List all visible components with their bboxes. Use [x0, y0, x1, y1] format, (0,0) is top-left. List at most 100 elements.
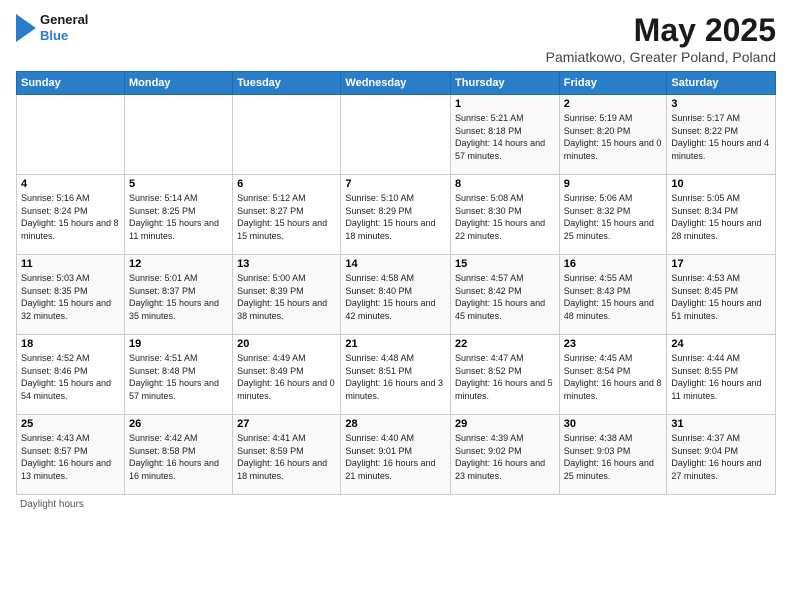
day-info: Sunrise: 5:06 AM Sunset: 8:32 PM Dayligh… [564, 192, 663, 242]
calendar-cell: 31Sunrise: 4:37 AM Sunset: 9:04 PM Dayli… [667, 415, 776, 495]
calendar-cell: 13Sunrise: 5:00 AM Sunset: 8:39 PM Dayli… [233, 255, 341, 335]
day-number: 8 [455, 178, 555, 190]
day-number: 19 [129, 338, 228, 350]
calendar-cell: 16 Sunrise: 4:55 AM Sunset: 8:43 PM Dayli… [559, 255, 667, 335]
calendar-week-row: 11 Sunrise: 5:03 AM Sunset: 8:35 PM Dayli… [17, 255, 776, 335]
day-info: Sunrise: 5:03 AM Sunset: 8:35 PM Dayligh… [21, 272, 120, 322]
day-info: Sunrise: 5:19 AM Sunset: 8:20 PM Dayligh… [564, 112, 663, 162]
calendar-cell: 17 Sunrise: 4:53 AM Sunset: 8:45 PM Dayli… [667, 255, 776, 335]
calendar-day-header: Wednesday [341, 72, 451, 95]
day-info: Sunrise: 5:17 AM Sunset: 8:22 PM Dayligh… [671, 112, 771, 162]
calendar-cell: 1 Sunrise: 5:21 AM Sunset: 8:18 PM Daylig… [451, 95, 560, 175]
calendar-cell [233, 95, 341, 175]
day-info: Sunrise: 4:58 AM Sunset: 8:40 PM Dayligh… [345, 272, 446, 322]
calendar-cell: 28 Sunrise: 4:40 AM Sunset: 9:01 PM Dayli… [341, 415, 451, 495]
calendar-day-header: Monday [124, 72, 232, 95]
day-number: 10 [671, 178, 771, 190]
day-info: Sunrise: 4:47 AM Sunset: 8:52 PM Dayligh… [455, 352, 555, 402]
day-number: 2 [564, 98, 663, 110]
day-number: 3 [671, 98, 771, 110]
day-number: 1 [455, 98, 555, 110]
day-number: 20 [237, 338, 336, 350]
calendar-cell [124, 95, 232, 175]
day-info: Sunrise: 4:43 AM Sunset: 8:57 PM Dayligh… [21, 432, 120, 482]
day-number: 4 [21, 178, 120, 190]
calendar-cell [341, 95, 451, 175]
main-title: May 2025 [546, 12, 776, 49]
calendar-day-header: Sunday [17, 72, 125, 95]
day-number: 29 [455, 418, 555, 430]
calendar-cell [17, 95, 125, 175]
day-number: 12 [129, 258, 228, 270]
calendar-cell: 8 Sunrise: 5:08 AM Sunset: 8:30 PM Daylig… [451, 175, 560, 255]
day-info: Sunrise: 5:14 AM Sunset: 8:25 PM Dayligh… [129, 192, 228, 242]
calendar-cell: 6Sunrise: 5:12 AM Sunset: 8:27 PM Daylig… [233, 175, 341, 255]
calendar-week-row: 18Sunrise: 4:52 AM Sunset: 8:46 PM Dayli… [17, 335, 776, 415]
day-info: Sunrise: 4:51 AM Sunset: 8:48 PM Dayligh… [129, 352, 228, 402]
day-number: 7 [345, 178, 446, 190]
day-number: 27 [237, 418, 336, 430]
day-number: 16 [564, 258, 663, 270]
calendar-cell: 22 Sunrise: 4:47 AM Sunset: 8:52 PM Dayli… [451, 335, 560, 415]
calendar-cell: 27 Sunrise: 4:41 AM Sunset: 8:59 PM Dayli… [233, 415, 341, 495]
calendar-cell: 9Sunrise: 5:06 AM Sunset: 8:32 PM Daylig… [559, 175, 667, 255]
day-number: 5 [129, 178, 228, 190]
day-number: 21 [345, 338, 446, 350]
calendar-week-row: 1 Sunrise: 5:21 AM Sunset: 8:18 PM Daylig… [17, 95, 776, 175]
footer-note: Daylight hours [16, 499, 776, 510]
day-info: Sunrise: 4:44 AM Sunset: 8:55 PM Dayligh… [671, 352, 771, 402]
day-number: 23 [564, 338, 663, 350]
day-info: Sunrise: 4:41 AM Sunset: 8:59 PM Dayligh… [237, 432, 336, 482]
calendar-cell: 14 Sunrise: 4:58 AM Sunset: 8:40 PM Dayli… [341, 255, 451, 335]
page: General Blue May 2025 Pamiatkowo, Greate… [0, 0, 792, 612]
calendar-cell: 12 Sunrise: 5:01 AM Sunset: 8:37 PM Dayli… [124, 255, 232, 335]
day-info: Sunrise: 4:38 AM Sunset: 9:03 PM Dayligh… [564, 432, 663, 482]
calendar-cell: 18Sunrise: 4:52 AM Sunset: 8:46 PM Dayli… [17, 335, 125, 415]
day-number: 14 [345, 258, 446, 270]
calendar-cell: 23Sunrise: 4:45 AM Sunset: 8:54 PM Dayli… [559, 335, 667, 415]
calendar-cell: 29 Sunrise: 4:39 AM Sunset: 9:02 PM Dayli… [451, 415, 560, 495]
calendar-cell: 2 Sunrise: 5:19 AM Sunset: 8:20 PM Daylig… [559, 95, 667, 175]
day-info: Sunrise: 5:21 AM Sunset: 8:18 PM Dayligh… [455, 112, 555, 162]
calendar-day-header: Tuesday [233, 72, 341, 95]
calendar-week-row: 25 Sunrise: 4:43 AM Sunset: 8:57 PM Dayli… [17, 415, 776, 495]
day-number: 30 [564, 418, 663, 430]
calendar-cell: 26 Sunrise: 4:42 AM Sunset: 8:58 PM Dayli… [124, 415, 232, 495]
calendar-week-row: 4Sunrise: 5:16 AM Sunset: 8:24 PM Daylig… [17, 175, 776, 255]
day-info: Sunrise: 5:05 AM Sunset: 8:34 PM Dayligh… [671, 192, 771, 242]
day-info: Sunrise: 5:10 AM Sunset: 8:29 PM Dayligh… [345, 192, 446, 242]
calendar-cell: 7 Sunrise: 5:10 AM Sunset: 8:29 PM Daylig… [341, 175, 451, 255]
day-info: Sunrise: 4:53 AM Sunset: 8:45 PM Dayligh… [671, 272, 771, 322]
day-number: 31 [671, 418, 771, 430]
day-info: Sunrise: 4:39 AM Sunset: 9:02 PM Dayligh… [455, 432, 555, 482]
calendar-cell: 24Sunrise: 4:44 AM Sunset: 8:55 PM Dayli… [667, 335, 776, 415]
day-number: 22 [455, 338, 555, 350]
day-info: Sunrise: 5:08 AM Sunset: 8:30 PM Dayligh… [455, 192, 555, 242]
calendar-cell: 19 Sunrise: 4:51 AM Sunset: 8:48 PM Dayli… [124, 335, 232, 415]
title-block: May 2025 Pamiatkowo, Greater Poland, Pol… [546, 12, 776, 65]
calendar-cell: 11 Sunrise: 5:03 AM Sunset: 8:35 PM Dayli… [17, 255, 125, 335]
logo-triangle-icon [16, 14, 36, 42]
day-number: 11 [21, 258, 120, 270]
calendar-cell: 10 Sunrise: 5:05 AM Sunset: 8:34 PM Dayli… [667, 175, 776, 255]
day-number: 28 [345, 418, 446, 430]
day-info: Sunrise: 4:52 AM Sunset: 8:46 PM Dayligh… [21, 352, 120, 402]
header: General Blue May 2025 Pamiatkowo, Greate… [16, 12, 776, 65]
calendar-cell: 3 Sunrise: 5:17 AM Sunset: 8:22 PM Daylig… [667, 95, 776, 175]
day-number: 15 [455, 258, 555, 270]
logo-blue: Blue [40, 28, 88, 44]
day-info: Sunrise: 4:42 AM Sunset: 8:58 PM Dayligh… [129, 432, 228, 482]
calendar-header-row: SundayMondayTuesdayWednesdayThursdayFrid… [17, 72, 776, 95]
day-info: Sunrise: 5:01 AM Sunset: 8:37 PM Dayligh… [129, 272, 228, 322]
day-number: 17 [671, 258, 771, 270]
day-info: Sunrise: 5:00 AM Sunset: 8:39 PM Dayligh… [237, 272, 336, 322]
day-number: 25 [21, 418, 120, 430]
day-info: Sunrise: 4:55 AM Sunset: 8:43 PM Dayligh… [564, 272, 663, 322]
day-info: Sunrise: 5:12 AM Sunset: 8:27 PM Dayligh… [237, 192, 336, 242]
calendar-cell: 21Sunrise: 4:48 AM Sunset: 8:51 PM Dayli… [341, 335, 451, 415]
subtitle: Pamiatkowo, Greater Poland, Poland [546, 49, 776, 65]
day-number: 26 [129, 418, 228, 430]
day-info: Sunrise: 4:40 AM Sunset: 9:01 PM Dayligh… [345, 432, 446, 482]
calendar-cell: 15Sunrise: 4:57 AM Sunset: 8:42 PM Dayli… [451, 255, 560, 335]
calendar-cell: 5 Sunrise: 5:14 AM Sunset: 8:25 PM Daylig… [124, 175, 232, 255]
